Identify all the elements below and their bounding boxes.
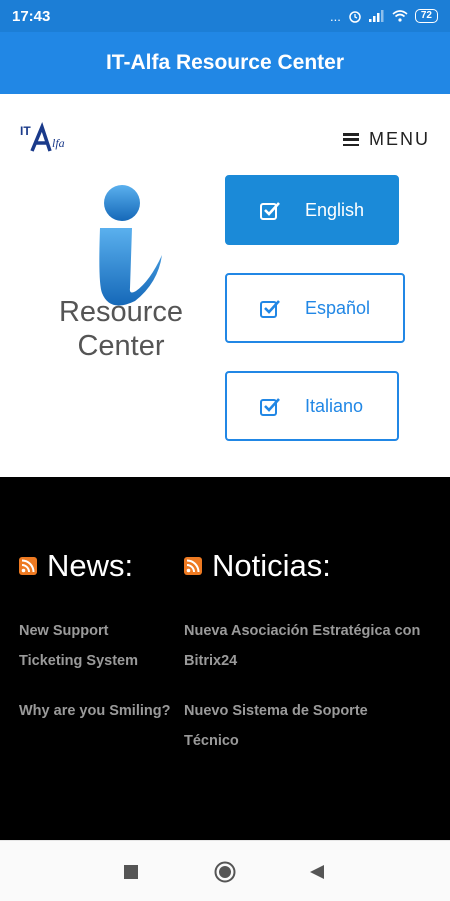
- language-spanish-label: Español: [305, 297, 371, 318]
- navigation-bar: [0, 840, 450, 901]
- back-triangle-icon[interactable]: [309, 864, 325, 880]
- menu-button[interactable]: MENU: [343, 129, 430, 150]
- svg-text:lfa: lfa: [52, 136, 65, 150]
- language-italian-button[interactable]: Italiano: [225, 371, 399, 441]
- logo-text-resource: Resource: [58, 296, 184, 328]
- language-italian-label: Italiano: [305, 395, 364, 416]
- checkbox-icon: [260, 202, 280, 220]
- noticias-link[interactable]: Nuevo Sistema de Soporte Técnico: [184, 696, 404, 756]
- language-english-label: English: [305, 199, 365, 220]
- news-link[interactable]: New Support Ticketing System: [19, 616, 169, 676]
- noticias-heading: Noticias:: [184, 548, 331, 584]
- noticias-heading-text: Noticias:: [212, 548, 331, 583]
- status-icons: ... 72: [330, 9, 438, 24]
- language-spanish-button[interactable]: Español: [225, 273, 405, 343]
- signal-icon: [368, 10, 384, 22]
- checkbox-icon: [260, 398, 280, 416]
- status-time: 17:43: [12, 7, 51, 25]
- language-english-button[interactable]: English: [225, 175, 399, 245]
- menu-label: MENU: [369, 129, 430, 149]
- noticias-link[interactable]: Nueva Asociación Estratégica con Bitrix2…: [184, 616, 424, 676]
- recents-square-icon[interactable]: [124, 865, 138, 879]
- news-heading: News:: [19, 548, 133, 584]
- app-bar: IT-Alfa Resource Center: [0, 32, 450, 94]
- home-circle-icon[interactable]: [214, 861, 236, 883]
- app-title: IT-Alfa Resource Center: [105, 51, 345, 74]
- rss-icon: [184, 557, 202, 575]
- news-link[interactable]: Why are you Smiling?: [19, 696, 184, 726]
- svg-text:IT: IT: [20, 124, 31, 138]
- status-bar: 17:43 ... 72: [0, 0, 450, 32]
- hamburger-icon: [343, 133, 359, 146]
- logo-text-center: Center: [77, 330, 165, 362]
- more-dots-icon: ...: [330, 8, 341, 24]
- news-heading-text: News:: [47, 548, 134, 583]
- battery-icon: 72: [414, 9, 438, 23]
- it-alfa-logo[interactable]: IT lfa: [20, 121, 80, 155]
- checkbox-icon: [260, 300, 280, 318]
- alarm-icon: [349, 11, 361, 23]
- wifi-icon: [392, 10, 408, 22]
- rss-icon: [19, 557, 37, 575]
